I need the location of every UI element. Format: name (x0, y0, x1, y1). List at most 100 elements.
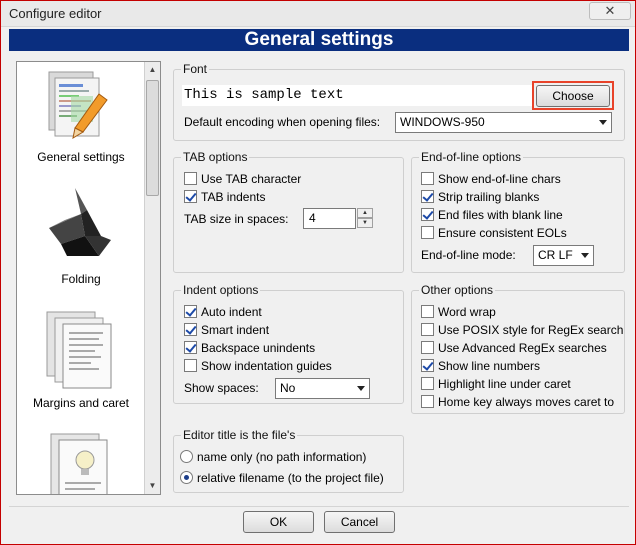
smart-indent-checkbox[interactable]: Smart indent (184, 322, 269, 339)
eol-show-chars-checkbox[interactable]: Show end-of-line chars (421, 171, 561, 188)
title-bar: Configure editor ✕ (1, 1, 635, 27)
document-pencil-icon (48, 71, 108, 140)
checkbox-box[interactable] (421, 359, 434, 373)
font-sample-text: This is sample text (182, 85, 532, 106)
eol-blank-line-checkbox[interactable]: End files with blank line (421, 207, 563, 224)
choose-highlight: Choose (532, 81, 614, 110)
backspace-unindents-checkbox[interactable]: Backspace unindents (184, 340, 315, 357)
group-label: Font (181, 62, 210, 76)
posix-regex-checkbox[interactable]: Use POSIX style for RegEx search (421, 322, 623, 339)
eol-mode-select[interactable]: CR LF (533, 245, 594, 266)
scroll-up-icon[interactable]: ▲ (145, 62, 160, 78)
group-label: End-of-line options (419, 150, 524, 164)
checkbox-label: Word wrap (438, 305, 496, 319)
eol-consistent-checkbox[interactable]: Ensure consistent EOLs (421, 225, 567, 242)
dialog-footer (9, 506, 629, 540)
stepper-up-icon[interactable]: ▲ (357, 208, 373, 218)
title-name-only-radio[interactable]: name only (no path information) (180, 449, 366, 466)
checkbox-label: Use TAB character (201, 172, 302, 186)
encoding-label: Default encoding when opening files: (184, 115, 381, 129)
highlight-line-checkbox[interactable]: Highlight line under caret (421, 376, 571, 393)
radio-button[interactable] (180, 450, 193, 464)
advanced-regex-checkbox[interactable]: Use Advanced RegEx searches (421, 340, 607, 357)
use-tab-checkbox[interactable]: Use TAB character (184, 171, 301, 188)
ok-button[interactable]: OK (243, 511, 314, 533)
checkbox-box[interactable] (421, 395, 434, 409)
checkbox-box[interactable] (421, 305, 434, 319)
checkbox-label: Use Advanced RegEx searches (438, 341, 607, 355)
home-key-checkbox[interactable]: Home key always moves caret to (421, 394, 614, 411)
checkbox-box[interactable] (184, 172, 197, 186)
checkbox-box[interactable] (421, 341, 434, 355)
encoding-value: WINDOWS-950 (400, 115, 485, 129)
checkbox-box[interactable] (184, 341, 197, 355)
checkbox-box[interactable] (421, 208, 434, 222)
window-title: Configure editor (9, 6, 102, 21)
radio-label: relative filename (to the project file) (197, 471, 384, 485)
chevron-down-icon (581, 253, 589, 258)
stepper-down-icon[interactable]: ▼ (357, 218, 373, 228)
category-label: Margins and caret (32, 396, 130, 410)
tab-size-label: TAB size in spaces: (184, 212, 289, 226)
category-scrollbar[interactable]: ▲ ▼ (144, 62, 160, 494)
choose-font-button[interactable]: Choose (536, 85, 610, 107)
checkbox-label: Backspace unindents (201, 341, 316, 355)
radio-label: name only (no path information) (197, 450, 367, 464)
eol-strip-blanks-checkbox[interactable]: Strip trailing blanks (421, 189, 539, 206)
section-title: General settings (244, 29, 394, 50)
checkbox-box[interactable] (184, 323, 197, 337)
checkbox-label: Auto indent (201, 305, 262, 319)
eol-mode-label: End-of-line mode: (421, 248, 516, 262)
checkbox-label: Ensure consistent EOLs (438, 226, 567, 240)
category-item-folding[interactable]: Folding (17, 178, 145, 290)
checkbox-box[interactable] (421, 323, 434, 337)
checkbox-box[interactable] (421, 377, 434, 391)
category-list[interactable]: General settings Folding Margins and car… (16, 61, 161, 495)
checkbox-label: Smart indent (201, 323, 270, 337)
lightbulb-document-icon (50, 433, 108, 494)
show-spaces-label: Show spaces: (184, 381, 259, 395)
checkbox-box[interactable] (184, 190, 197, 204)
category-item-general-settings[interactable]: General settings (17, 62, 145, 172)
checkbox-box[interactable] (421, 226, 434, 240)
group-label: TAB options (181, 150, 250, 164)
origami-bird-icon (49, 188, 111, 256)
checkbox-label: Show line numbers (438, 359, 541, 373)
section-header: General settings (9, 29, 629, 51)
category-item-margins-and-caret[interactable]: Margins and caret (17, 306, 145, 416)
configure-editor-window: Configure editor ✕ General settings Gene… (0, 0, 636, 545)
checkbox-box[interactable] (421, 190, 434, 204)
checkbox-label: TAB indents (201, 190, 266, 204)
pages-icon (46, 311, 112, 389)
auto-indent-checkbox[interactable]: Auto indent (184, 304, 262, 321)
checkbox-box[interactable] (184, 359, 197, 373)
show-spaces-select[interactable]: No (275, 378, 370, 399)
checkbox-box[interactable] (421, 172, 434, 186)
tab-size-stepper[interactable]: ▲ ▼ (357, 208, 373, 229)
checkbox-label: Use POSIX style for RegEx search (438, 323, 624, 337)
checkbox-label: Highlight line under caret (438, 377, 571, 391)
word-wrap-checkbox[interactable]: Word wrap (421, 304, 496, 321)
cancel-button[interactable]: Cancel (324, 511, 395, 533)
scroll-thumb[interactable] (146, 80, 159, 196)
eol-mode-value: CR LF (538, 248, 573, 262)
scroll-down-icon[interactable]: ▼ (145, 478, 160, 494)
show-spaces-value: No (280, 381, 296, 395)
encoding-select[interactable]: WINDOWS-950 (395, 112, 612, 133)
line-numbers-checkbox[interactable]: Show line numbers (421, 358, 540, 375)
close-icon: ✕ (604, 3, 616, 18)
category-label: Folding (61, 272, 101, 286)
radio-button[interactable] (180, 471, 193, 485)
close-button[interactable]: ✕ (589, 2, 631, 20)
chevron-down-icon (599, 120, 607, 125)
group-label: Other options (419, 283, 496, 297)
title-relative-radio[interactable]: relative filename (to the project file) (180, 470, 384, 487)
tab-indents-checkbox[interactable]: TAB indents (184, 189, 265, 206)
chevron-down-icon (357, 386, 365, 391)
indentation-guides-checkbox[interactable]: Show indentation guides (184, 358, 332, 375)
checkbox-label: Strip trailing blanks (438, 190, 540, 204)
category-item-more[interactable] (17, 428, 145, 494)
checkbox-box[interactable] (184, 305, 197, 319)
checkbox-label: Show indentation guides (201, 359, 332, 373)
tab-size-input[interactable]: 4 (303, 208, 356, 229)
